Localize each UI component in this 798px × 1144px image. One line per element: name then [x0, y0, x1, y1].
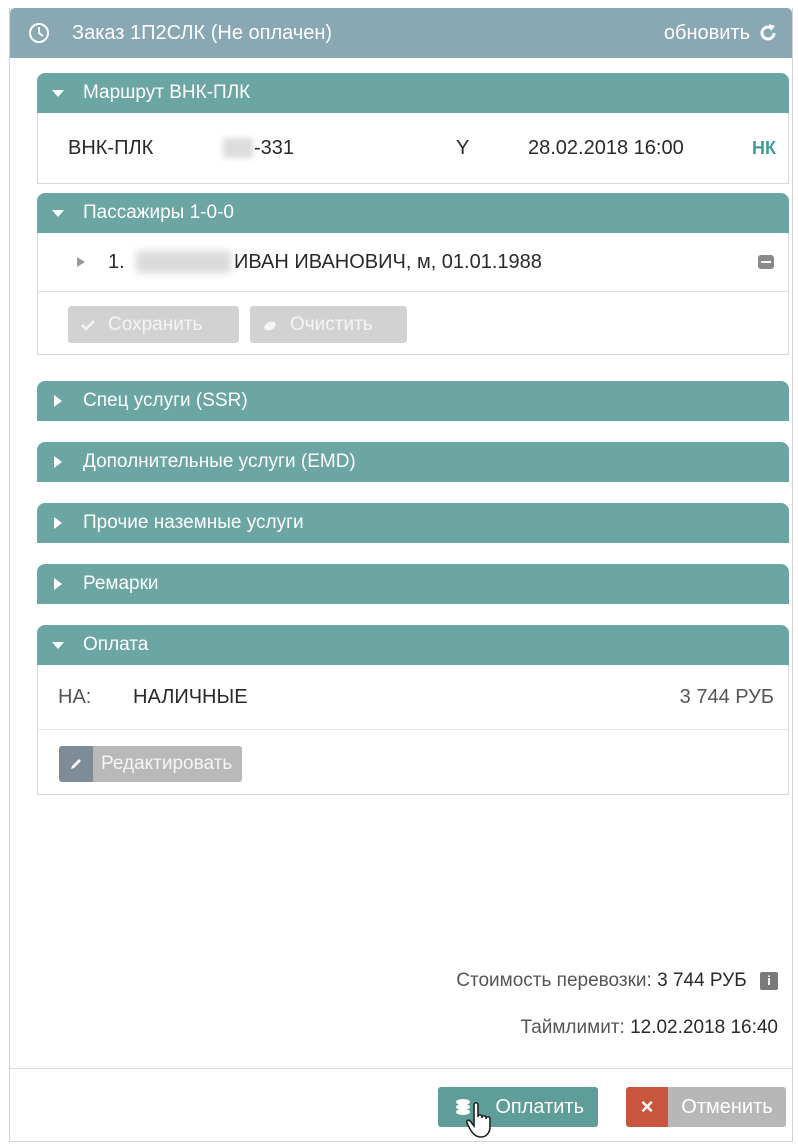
- passengers-section-title: Пассажиры 1-0-0: [83, 202, 234, 223]
- payment-code: НА:: [58, 686, 92, 708]
- payment-section-body: НА: НАЛИЧНЫЕ 3 744 РУБ Редактировать: [37, 665, 789, 795]
- triangle-down-icon: [52, 210, 64, 217]
- segment-datetime: 28.02.2018 16:00: [528, 136, 684, 159]
- payment-section-header[interactable]: Оплата: [37, 625, 789, 665]
- route-section: Маршрут ВНК-ПЛК ВНК-ПЛК -331 Y 28.02.201…: [37, 73, 789, 184]
- transport-cost-label: Стоимость перевозки:: [456, 970, 652, 991]
- passengers-section-body: 1. ИВАН ИВАНОВИЧ, м, 01.01.1988 Сохранит…: [37, 233, 789, 355]
- order-title-bar: Заказ 1П2СЛК (Не оплачен) обновить: [10, 8, 792, 58]
- pay-label: Оплатить: [495, 1095, 584, 1118]
- cancel-label: Отменить: [668, 1087, 786, 1127]
- payment-section-title: Оплата: [83, 634, 149, 655]
- clock-icon: [29, 23, 49, 43]
- pencil-icon: [59, 746, 93, 782]
- remarks-section-title: Ремарки: [83, 573, 159, 594]
- passenger-row[interactable]: 1. ИВАН ИВАНОВИЧ, м, 01.01.1988: [38, 233, 788, 292]
- passengers-section: Пассажиры 1-0-0 1. ИВАН ИВАНОВИЧ, м, 01.…: [37, 193, 789, 355]
- timelimit-value: 12.02.2018 16:40: [630, 1017, 778, 1038]
- order-panel: Заказ 1П2СЛК (Не оплачен) обновить Маршр…: [9, 8, 793, 1142]
- transport-cost: Стоимость перевозки: 3 744 РУБ i: [456, 970, 778, 992]
- passenger-number: 1.: [108, 250, 125, 273]
- route-segment-row: ВНК-ПЛК -331 Y 28.02.2018 16:00 НК: [38, 113, 788, 183]
- triangle-right-icon: [54, 517, 62, 529]
- edit-button[interactable]: Редактировать: [59, 746, 243, 782]
- passenger-details: ИВАН ИВАНОВИЧ, м, 01.01.1988: [234, 250, 542, 273]
- triangle-right-icon: [54, 395, 62, 407]
- ground-services-section-title: Прочие наземные услуги: [83, 512, 304, 533]
- segment-class: Y: [456, 136, 470, 159]
- refresh-button[interactable]: обновить: [664, 22, 778, 45]
- triangle-right-icon[interactable]: [76, 256, 86, 268]
- payment-actions: Редактировать: [38, 730, 788, 794]
- passenger-actions: Сохранить Очистить: [38, 292, 788, 354]
- ground-services-section-header[interactable]: Прочие наземные услуги: [37, 503, 789, 543]
- eraser-icon: [264, 321, 276, 330]
- clear-button[interactable]: Очистить: [250, 306, 407, 343]
- triangle-right-icon: [54, 578, 62, 590]
- save-button[interactable]: Сохранить: [68, 306, 239, 343]
- payment-row: НА: НАЛИЧНЫЕ 3 744 РУБ: [38, 665, 788, 730]
- route-section-body: ВНК-ПЛК -331 Y 28.02.2018 16:00 НК: [37, 113, 789, 184]
- payment-section: Оплата НА: НАЛИЧНЫЕ 3 744 РУБ Редактиров…: [37, 625, 789, 795]
- info-icon[interactable]: i: [760, 971, 778, 990]
- ssr-section: Спец услуги (SSR): [37, 381, 789, 421]
- save-label: Сохранить: [108, 313, 203, 335]
- redacted-carrier: [223, 138, 253, 158]
- segment-flight: -331: [254, 136, 295, 159]
- footer-divider: [10, 1068, 792, 1069]
- emd-section-title: Дополнительные услуги (EMD): [83, 451, 356, 472]
- payment-method: НАЛИЧНЫЕ: [133, 686, 248, 708]
- edit-label: Редактировать: [93, 746, 243, 782]
- ssr-section-title: Спец услуги (SSR): [83, 390, 248, 411]
- ground-services-section: Прочие наземные услуги: [37, 503, 789, 543]
- refresh-icon: [760, 24, 776, 41]
- clear-label: Очистить: [290, 313, 373, 335]
- hand-cursor-icon: [466, 1101, 491, 1138]
- redacted-surname: [136, 251, 231, 273]
- emd-section: Дополнительные услуги (EMD): [37, 442, 789, 482]
- triangle-down-icon: [52, 642, 64, 649]
- emd-section-header[interactable]: Дополнительные услуги (EMD): [37, 442, 789, 482]
- remarks-section: Ремарки: [37, 564, 789, 604]
- remarks-section-header[interactable]: Ремарки: [37, 564, 789, 604]
- route-section-title: Маршрут ВНК-ПЛК: [83, 82, 251, 103]
- transport-cost-value: 3 744 РУБ: [657, 970, 747, 991]
- triangle-right-icon: [54, 456, 62, 468]
- passengers-section-header[interactable]: Пассажиры 1-0-0: [37, 193, 789, 233]
- payment-amount: 3 744 РУБ: [679, 686, 774, 708]
- timelimit-label: Таймлимит:: [520, 1017, 625, 1038]
- segment-from-to: ВНК-ПЛК: [68, 136, 154, 159]
- pay-button[interactable]: Оплатить: [438, 1087, 598, 1138]
- refresh-label: обновить: [663, 21, 750, 44]
- order-title: Заказ 1П2СЛК (Не оплачен): [72, 21, 333, 44]
- close-icon: ×: [626, 1087, 668, 1127]
- check-icon: [81, 319, 95, 331]
- remove-passenger-icon[interactable]: [758, 255, 774, 269]
- cancel-button[interactable]: × Отменить: [626, 1087, 786, 1127]
- ssr-section-header[interactable]: Спец услуги (SSR): [37, 381, 789, 421]
- segment-status: НК: [752, 137, 776, 158]
- route-section-header[interactable]: Маршрут ВНК-ПЛК: [37, 73, 789, 113]
- triangle-down-icon: [52, 90, 64, 97]
- timelimit: Таймлимит: 12.02.2018 16:40: [520, 1017, 778, 1039]
